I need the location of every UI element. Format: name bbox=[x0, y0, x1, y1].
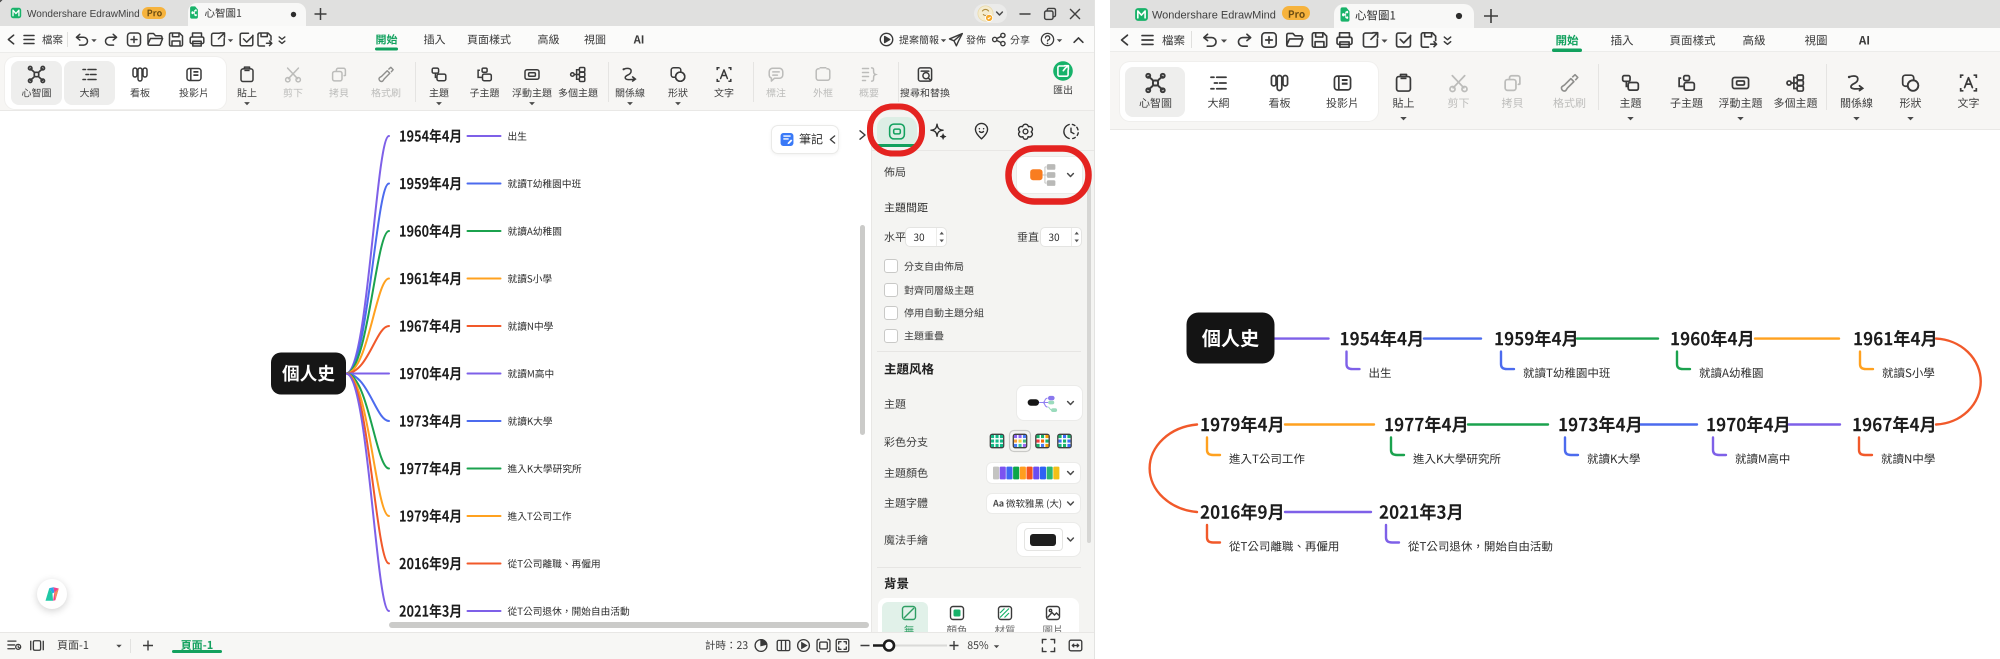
svg-text:Wondershare EdrawMind: Wondershare EdrawMind bbox=[1152, 10, 1276, 22]
svg-text:Wondershare EdrawMind: Wondershare EdrawMind bbox=[27, 9, 140, 20]
